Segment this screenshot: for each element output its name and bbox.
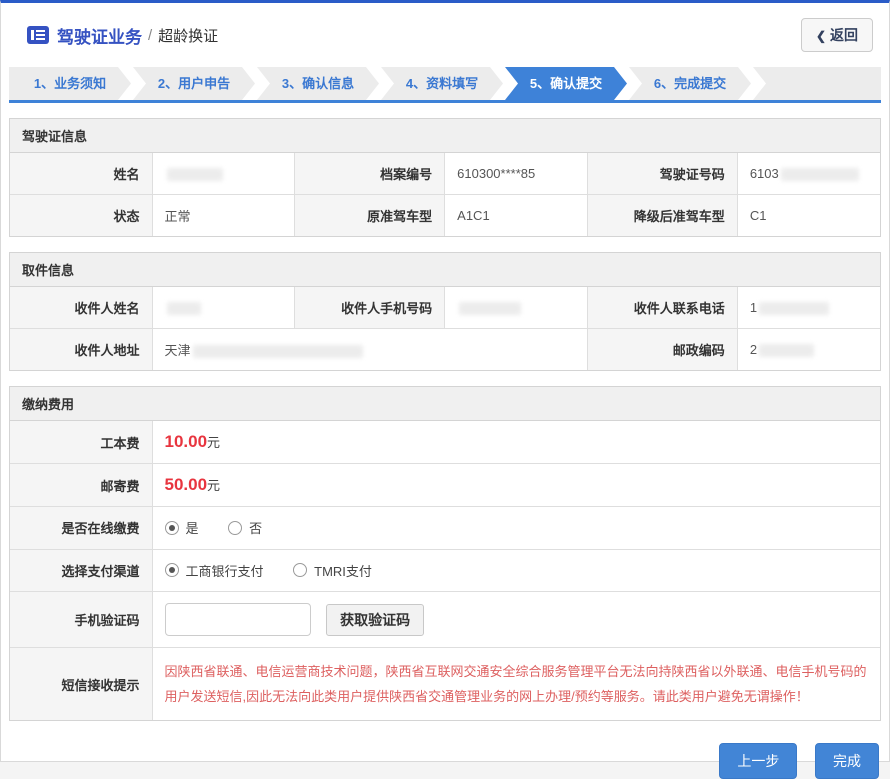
- name-label: 姓名: [10, 153, 152, 195]
- table-row: 邮寄费 50.00元: [10, 464, 880, 507]
- file-no-label: 档案编号: [295, 153, 445, 195]
- channel-tmri-option[interactable]: TMRI支付: [293, 561, 372, 580]
- name-value: [152, 153, 295, 195]
- redacted-recipient-mobile: [459, 302, 521, 315]
- down-class-value: C1: [737, 195, 880, 237]
- sms-tip-label: 短信接收提示: [10, 648, 152, 721]
- recipient-address-value: 天津: [152, 329, 587, 371]
- previous-step-button[interactable]: 上一步: [719, 743, 797, 779]
- channel-icbc-option[interactable]: 工商银行支付: [165, 561, 264, 580]
- breadcrumb-current: 超龄换证: [158, 25, 218, 46]
- table-row: 状态 正常 原准驾车型 A1C1 降级后准驾车型 C1: [10, 195, 880, 237]
- step-progress-bar: 1、业务须知 2、用户申告 3、确认信息 4、资料填写 5、确认提交 6、完成提…: [9, 67, 881, 103]
- online-pay-yes-option[interactable]: 是: [165, 518, 199, 537]
- table-row: 收件人地址 天津 邮政编码 2: [10, 329, 880, 371]
- table-row: 是否在线缴费 是 否: [10, 507, 880, 550]
- radio-selected-icon: [165, 521, 179, 535]
- online-pay-label: 是否在线缴费: [10, 507, 152, 550]
- sms-code-label: 手机验证码: [10, 592, 152, 648]
- license-info-title: 驾驶证信息: [10, 119, 880, 153]
- online-pay-no-option[interactable]: 否: [228, 518, 262, 537]
- back-button[interactable]: ❮ 返回: [801, 18, 873, 52]
- step-1-notice[interactable]: 1、业务须知: [9, 67, 131, 100]
- recipient-address-label: 收件人地址: [10, 329, 152, 371]
- step-5-confirm-submit[interactable]: 5、确认提交: [505, 67, 627, 100]
- mail-fee-value: 50.00元: [152, 464, 880, 507]
- work-fee-value: 10.00元: [152, 421, 880, 464]
- chevron-left-icon: ❮: [816, 29, 826, 43]
- payment-title: 缴纳费用: [10, 387, 880, 421]
- sms-code-input[interactable]: [165, 603, 311, 636]
- sms-tip-text: 因陕西省联通、电信运营商技术问题，陕西省互联网交通安全综合服务管理平台无法向持陕…: [152, 648, 880, 721]
- main-panel: 驾驶证业务 / 超龄换证 ❮ 返回 1、业务须知 2、用户申告 3、确认信息 4、…: [0, 0, 890, 762]
- status-label: 状态: [10, 195, 152, 237]
- radio-selected-icon: [165, 563, 179, 577]
- sms-code-cell: 获取验证码: [152, 592, 880, 648]
- get-code-button[interactable]: 获取验证码: [326, 604, 424, 636]
- step-2-declaration[interactable]: 2、用户申告: [133, 67, 255, 100]
- step-3-confirm-info[interactable]: 3、确认信息: [257, 67, 379, 100]
- recipient-mobile-value: [445, 287, 588, 329]
- table-row: 姓名 档案编号 610300****85 驾驶证号码 6103: [10, 153, 880, 195]
- table-row: 收件人姓名 收件人手机号码 收件人联系电话 1: [10, 287, 880, 329]
- step-6-complete[interactable]: 6、完成提交: [629, 67, 751, 100]
- redacted-postal-code: [759, 344, 814, 357]
- recipient-phone-label: 收件人联系电话: [587, 287, 737, 329]
- mail-fee-label: 邮寄费: [10, 464, 152, 507]
- step-4-fill-data[interactable]: 4、资料填写: [381, 67, 503, 100]
- work-fee-label: 工本费: [10, 421, 152, 464]
- orig-class-value: A1C1: [445, 195, 588, 237]
- page-title: 驾驶证业务: [57, 23, 142, 48]
- recipient-name-label: 收件人姓名: [10, 287, 152, 329]
- radio-unselected-icon: [293, 563, 307, 577]
- payment-section: 缴纳费用 工本费 10.00元 邮寄费 50.00元 是否在线缴费 是 否 选择…: [9, 386, 881, 721]
- step-bar-underline: [9, 100, 881, 103]
- postal-code-label: 邮政编码: [587, 329, 737, 371]
- redacted-recipient-address: [193, 345, 363, 358]
- file-no-value: 610300****85: [445, 153, 588, 195]
- table-row: 选择支付渠道 工商银行支付 TMRI支付: [10, 549, 880, 592]
- finish-button[interactable]: 完成: [815, 743, 879, 779]
- pay-channel-options: 工商银行支付 TMRI支付: [152, 549, 880, 592]
- redacted-recipient-phone: [759, 302, 829, 315]
- redacted-recipient-name: [167, 302, 201, 315]
- recipient-name-value: [152, 287, 295, 329]
- back-button-label: 返回: [830, 27, 858, 43]
- recipient-mobile-label: 收件人手机号码: [295, 287, 445, 329]
- down-class-label: 降级后准驾车型: [587, 195, 737, 237]
- table-row: 手机验证码 获取验证码: [10, 592, 880, 648]
- license-no-value: 6103: [737, 153, 880, 195]
- redacted-name: [167, 168, 223, 181]
- postal-code-value: 2: [737, 329, 880, 371]
- table-row: 短信接收提示 因陕西省联通、电信运营商技术问题，陕西省互联网交通安全综合服务管理…: [10, 648, 880, 721]
- license-service-icon: [27, 26, 49, 44]
- status-value: 正常: [152, 195, 295, 237]
- orig-class-label: 原准驾车型: [295, 195, 445, 237]
- footer-actions: 上一步 完成: [1, 721, 889, 779]
- online-pay-options: 是 否: [152, 507, 880, 550]
- pay-channel-label: 选择支付渠道: [10, 549, 152, 592]
- license-info-section: 驾驶证信息 姓名 档案编号 610300****85 驾驶证号码 6103 状态…: [9, 118, 881, 237]
- step-bar-filler: [753, 67, 881, 100]
- pickup-info-title: 取件信息: [10, 253, 880, 287]
- radio-unselected-icon: [228, 521, 242, 535]
- breadcrumb-separator: /: [148, 27, 152, 44]
- page-header: 驾驶证业务 / 超龄换证 ❮ 返回: [1, 3, 889, 65]
- table-row: 工本费 10.00元: [10, 421, 880, 464]
- redacted-license-no: [781, 168, 859, 181]
- recipient-phone-value: 1: [737, 287, 880, 329]
- license-no-label: 驾驶证号码: [587, 153, 737, 195]
- pickup-info-section: 取件信息 收件人姓名 收件人手机号码 收件人联系电话 1 收件人地址 天津 邮政…: [9, 252, 881, 371]
